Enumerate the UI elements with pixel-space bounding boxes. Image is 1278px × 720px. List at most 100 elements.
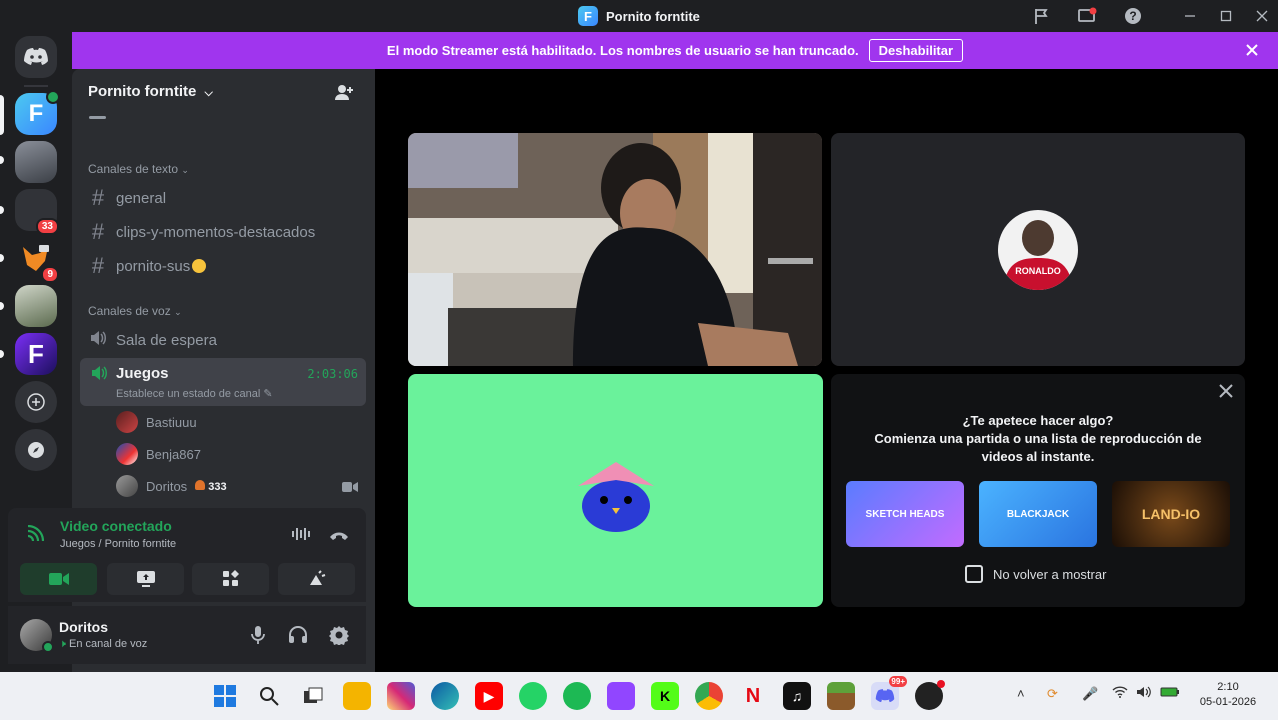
dont-show-again[interactable]: No volver a mostrar [965, 565, 1106, 583]
server-icon: F [578, 6, 598, 26]
wifi-icon[interactable] [1112, 686, 1128, 701]
server-fox[interactable]: 9 [15, 237, 59, 283]
tray-chevron-up-icon[interactable]: ˄ [1017, 686, 1025, 701]
rail-divider [24, 85, 48, 87]
activity-title: ¿Te apetece hacer algo? [962, 413, 1114, 428]
game-title: BLACKJACK [1006, 508, 1070, 520]
user-name[interactable]: Doritos [59, 619, 108, 635]
inbox-flag-icon[interactable] [1031, 5, 1053, 27]
user-status: 🕨 En canal de voz [59, 638, 147, 651]
whatsapp-icon[interactable] [519, 682, 547, 710]
camera-video-tile[interactable] [408, 133, 822, 366]
close-suggestion-icon[interactable] [1219, 384, 1233, 403]
battery-icon[interactable] [1160, 686, 1180, 701]
channel-clips[interactable]: # clips-y-momentos-destacados [88, 217, 315, 247]
close-banner-icon[interactable] [1246, 40, 1258, 61]
game-sketch-heads[interactable]: SKETCH HEADS [846, 481, 964, 547]
start-windows-icon[interactable] [211, 682, 239, 710]
soundboard-button[interactable] [278, 563, 355, 595]
unread-indicator [0, 254, 4, 262]
screen-share-icon[interactable] [1076, 5, 1098, 27]
screen-share-button[interactable] [107, 563, 184, 595]
user-avatar[interactable] [20, 619, 54, 653]
server-header[interactable]: Pornito forntite ⌵ [88, 83, 213, 100]
hash-icon: # [91, 219, 105, 244]
minimize-icon[interactable] [1179, 5, 1201, 27]
search-icon[interactable] [255, 682, 283, 710]
chevron-down-icon: ⌵ [204, 87, 213, 99]
chevron-down-icon: ⌄ [174, 307, 182, 317]
chrome-icon[interactable] [695, 682, 723, 710]
kick-icon[interactable]: K [651, 682, 679, 710]
folder-server[interactable]: 33 [15, 189, 59, 235]
hash-icon: # [91, 185, 105, 210]
clock[interactable]: 2:10 05-01-2026 [1196, 680, 1260, 710]
headphones-icon[interactable] [288, 625, 308, 650]
microphone-icon[interactable] [250, 625, 266, 650]
spotify-icon[interactable] [563, 682, 591, 710]
window-title-text: Pornito forntite [606, 8, 700, 24]
netflix-icon[interactable]: N [739, 682, 767, 710]
add-server-icon[interactable] [15, 381, 57, 423]
text-category[interactable]: Canales de texto ⌄ [88, 162, 189, 176]
voice-category[interactable]: Canales de voz ⌄ [88, 304, 182, 318]
game-blackjack[interactable]: BLACKJACK [979, 481, 1097, 547]
voice-channel-sala-de-espera[interactable]: Sala de espera [88, 325, 217, 355]
tray-mic-icon[interactable]: 🎤 [1082, 686, 1098, 702]
disconnect-phone-icon[interactable] [329, 528, 349, 546]
file-explorer-icon[interactable] [343, 682, 371, 710]
live-dot-icon [46, 90, 60, 104]
active-server-indicator [0, 95, 4, 135]
davinci-resolve-icon[interactable] [915, 680, 945, 710]
voice-member[interactable]: Doritos 333 [116, 472, 227, 500]
pencil-icon: ✎ [263, 388, 273, 400]
game-land-io[interactable]: LAND-IO [1112, 481, 1230, 547]
maximize-icon[interactable] [1215, 5, 1237, 27]
instagram-icon[interactable] [387, 682, 415, 710]
call-area: RONALDO ¿Te apetece hacer algo? Comienza… [375, 69, 1278, 672]
volume-icon[interactable] [1136, 686, 1154, 701]
tiktok-icon[interactable]: ♫ [783, 682, 811, 710]
dont-show-checkbox[interactable] [965, 565, 983, 583]
channel-status-prompt[interactable]: Establece un estado de canal ✎ [116, 387, 273, 400]
twitch-icon[interactable] [607, 682, 635, 710]
server-avatar-5[interactable] [15, 285, 57, 327]
channel-pornito-sus[interactable]: # pornito-sus [88, 251, 207, 281]
tray-sync-icon[interactable]: ⟳ [1047, 686, 1058, 702]
server-avatar-2[interactable] [15, 141, 57, 183]
speaker-active-icon [90, 365, 108, 386]
member-name: Benja867 [146, 446, 201, 462]
camera-button[interactable] [20, 563, 97, 595]
activities-button[interactable] [192, 563, 269, 595]
participant-avatar-tile[interactable]: RONALDO [831, 133, 1245, 366]
disable-streamer-button[interactable]: Deshabilitar [868, 39, 964, 62]
server-f-purple[interactable]: F [15, 333, 57, 375]
noise-suppression-icon[interactable] [291, 526, 311, 547]
invite-people-icon[interactable] [334, 83, 354, 108]
voice-member[interactable]: Benja867 [116, 440, 201, 468]
discord-taskbar-icon[interactable]: 99+ [871, 676, 907, 710]
minecraft-icon[interactable] [827, 682, 855, 710]
chevron-down-icon: ⌄ [181, 165, 189, 175]
participant-green-tile[interactable] [408, 374, 823, 607]
edge-browser-icon[interactable] [431, 682, 459, 710]
speaker-small-icon: 🕨 [59, 638, 66, 650]
channel-status-text: Establece un estado de canal [116, 388, 261, 400]
voice-status: Video conectado [60, 518, 172, 534]
window-title: F Pornito forntite [578, 6, 700, 26]
voice-channel-juegos[interactable]: Juegos 2:03:06 Establece un estado de ca… [80, 358, 366, 406]
unread-indicator [0, 206, 4, 214]
home-discord-icon[interactable] [15, 36, 57, 78]
task-view-icon[interactable] [299, 682, 327, 710]
voice-location[interactable]: Juegos / Pornito forntite [60, 538, 176, 550]
connection-signal-icon[interactable] [26, 524, 45, 548]
close-window-icon[interactable] [1251, 5, 1273, 27]
settings-gear-icon[interactable] [329, 625, 349, 650]
youtube-icon[interactable]: ▶ [475, 682, 503, 710]
explore-compass-icon[interactable] [15, 429, 57, 471]
voice-member[interactable]: Bastiuuu [116, 408, 197, 436]
clock-date: 05-01-2026 [1199, 696, 1257, 708]
help-icon[interactable]: ? [1122, 5, 1144, 27]
server-pornito-forntite[interactable]: F [15, 90, 60, 135]
channel-general[interactable]: # general [88, 183, 166, 213]
